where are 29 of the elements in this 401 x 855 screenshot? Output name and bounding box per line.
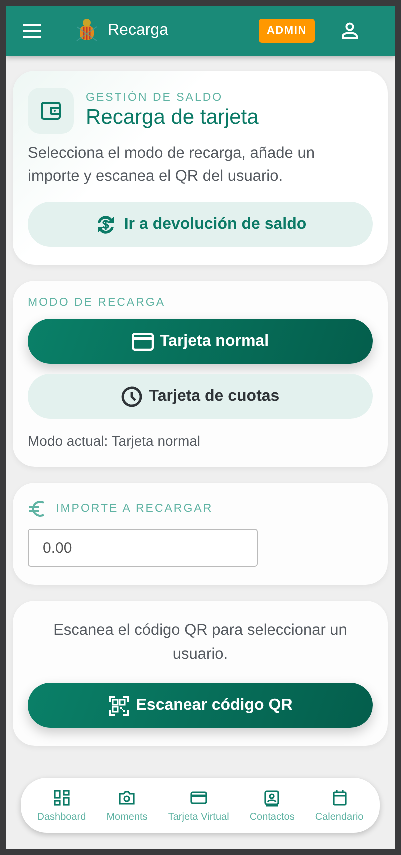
nav-item[interactable]: Dashboard	[37, 788, 86, 822]
refund-button[interactable]: Ir a devolución de saldo	[28, 202, 373, 247]
current-mode-text: Modo actual: Tarjeta normal	[28, 433, 202, 449]
amount-field[interactable]: 0.00	[28, 529, 258, 567]
card-icon	[190, 788, 208, 806]
scan-button[interactable]: Escanear código QR	[28, 683, 373, 728]
contact-icon	[263, 788, 282, 806]
camera-icon	[118, 788, 136, 806]
section-heading: IMPORTE A RECARGAR	[56, 503, 214, 515]
calendar-icon	[330, 788, 349, 806]
qr-code-icon	[108, 694, 130, 716]
mode-option[interactable]: Tarjeta normal	[28, 319, 373, 364]
role-badge: ADMIN	[258, 19, 315, 43]
nav-item[interactable]: Tarjeta Virtual	[168, 788, 230, 822]
description-text: Selecciona el modo de recarga, añade un importe y escanea el QR del usuario.	[28, 144, 316, 187]
section-heading: MODO DE RECARGA	[28, 297, 167, 309]
section-eyebrow: GESTIÓN DE SALDO	[86, 92, 224, 104]
nav-item[interactable]: Moments	[106, 788, 148, 822]
instruction-text: Escanea el código QR para seleccionar un usuario.	[52, 621, 348, 665]
crest-logo	[76, 18, 98, 44]
mode-option[interactable]: Tarjeta de cuotas	[28, 374, 373, 419]
card-title: Recarga de tarjeta	[86, 106, 259, 130]
clock-icon	[121, 386, 144, 408]
nav-item[interactable]: Calendario	[315, 788, 364, 822]
page-title: Recarga	[108, 22, 170, 40]
nav-item[interactable]: Contactos	[250, 788, 295, 822]
grid-icon	[52, 788, 71, 806]
card-icon	[132, 332, 154, 350]
wallet-icon	[28, 88, 74, 134]
